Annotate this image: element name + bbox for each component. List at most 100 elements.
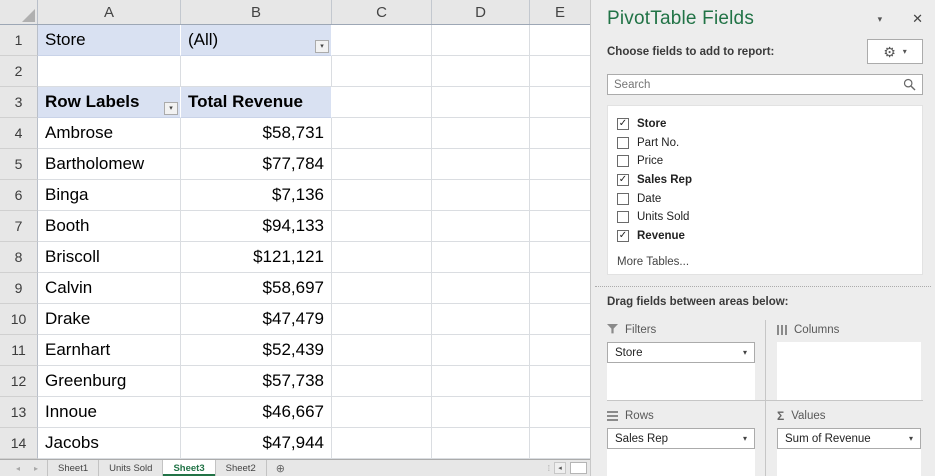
sheet-tab-sheet2[interactable]: Sheet2 [216,460,267,476]
values-drop-area[interactable]: Sum of Revenue▾ [777,428,921,476]
cell-c8[interactable] [332,242,432,273]
columns-drop-area[interactable] [777,342,921,400]
unchecked-checkbox-icon[interactable] [617,137,629,149]
row-number-10[interactable]: 10 [0,304,38,335]
cell-e6[interactable] [530,180,590,211]
column-header-a[interactable]: A [38,0,181,24]
checked-checkbox-icon[interactable]: ✓ [617,174,629,186]
cell-c6[interactable] [332,180,432,211]
row-number-4[interactable]: 4 [0,118,38,149]
unchecked-checkbox-icon[interactable] [617,193,629,205]
cell-c12[interactable] [332,366,432,397]
cell-d11[interactable] [432,335,530,366]
checked-checkbox-icon[interactable]: ✓ [617,230,629,242]
cell-b2[interactable] [181,56,332,87]
unchecked-checkbox-icon[interactable] [617,211,629,223]
select-all-corner[interactable] [0,0,38,24]
rows-drop-area[interactable]: Sales Rep▾ [607,428,755,476]
row-number-8[interactable]: 8 [0,242,38,273]
cell-c3[interactable] [332,87,432,118]
cell-d12[interactable] [432,366,530,397]
tab-nav-left-icon[interactable]: ◂ [16,464,20,473]
row-number-7[interactable]: 7 [0,211,38,242]
cell-b8[interactable]: $121,121 [181,242,332,273]
tab-nav-right-icon[interactable]: ▸ [34,464,38,473]
cell-b3[interactable]: Total Revenue [181,87,332,118]
cell-b14[interactable]: $47,944 [181,428,332,459]
cell-b9[interactable]: $58,697 [181,273,332,304]
cell-c7[interactable] [332,211,432,242]
cell-a6[interactable]: Binga [38,180,181,211]
cell-e11[interactable] [530,335,590,366]
cell-a3[interactable]: Row Labels▾ [38,87,181,118]
row-labels-filter-dropdown[interactable]: ▾ [164,102,178,115]
unchecked-checkbox-icon[interactable] [617,155,629,167]
field-item-units-sold[interactable]: Units Sold [617,208,914,227]
cell-e2[interactable] [530,56,590,87]
field-item-store[interactable]: ✓Store [617,115,914,134]
scrollbar-gripper-icon[interactable]: ⁞ [548,464,550,473]
column-header-e[interactable]: E [530,0,590,24]
cell-a7[interactable]: Booth [38,211,181,242]
cell-a2[interactable] [38,56,181,87]
cell-a10[interactable]: Drake [38,304,181,335]
cell-e13[interactable] [530,397,590,428]
cell-d8[interactable] [432,242,530,273]
tools-gear-button[interactable]: ⚙ ▾ [867,39,923,64]
pill-store[interactable]: Store▾ [607,342,755,363]
cell-c14[interactable] [332,428,432,459]
scroll-left-button[interactable]: ◂ [554,462,566,474]
field-item-date[interactable]: Date [617,189,914,208]
cell-e12[interactable] [530,366,590,397]
cell-c11[interactable] [332,335,432,366]
cell-c13[interactable] [332,397,432,428]
scrollbar-thumb[interactable] [570,462,587,474]
cell-b5[interactable]: $77,784 [181,149,332,180]
cell-b1[interactable]: (All)▾ [181,25,332,56]
pill-dropdown-icon[interactable]: ▾ [743,434,747,443]
pill-sales-rep[interactable]: Sales Rep▾ [607,428,755,449]
pill-sum-of-revenue[interactable]: Sum of Revenue▾ [777,428,921,449]
pane-options-dropdown-icon[interactable]: ▾ [878,14,883,25]
row-number-12[interactable]: 12 [0,366,38,397]
cell-c9[interactable] [332,273,432,304]
cell-e10[interactable] [530,304,590,335]
cell-c4[interactable] [332,118,432,149]
cell-a9[interactable]: Calvin [38,273,181,304]
row-number-5[interactable]: 5 [0,149,38,180]
cell-b7[interactable]: $94,133 [181,211,332,242]
cell-e4[interactable] [530,118,590,149]
cell-b10[interactable]: $47,479 [181,304,332,335]
new-sheet-button[interactable]: ⊕ [267,460,294,476]
cell-a5[interactable]: Bartholomew [38,149,181,180]
cell-d7[interactable] [432,211,530,242]
cell-d2[interactable] [432,56,530,87]
cell-d6[interactable] [432,180,530,211]
field-item-price[interactable]: Price [617,152,914,171]
sheet-tab-units-sold[interactable]: Units Sold [99,460,163,476]
cell-d9[interactable] [432,273,530,304]
cell-e8[interactable] [530,242,590,273]
checked-checkbox-icon[interactable]: ✓ [617,118,629,130]
cell-e9[interactable] [530,273,590,304]
cell-b13[interactable]: $46,667 [181,397,332,428]
cell-b6[interactable]: $7,136 [181,180,332,211]
row-number-1[interactable]: 1 [0,25,38,56]
field-item-sales-rep[interactable]: ✓Sales Rep [617,171,914,190]
column-header-d[interactable]: D [432,0,530,24]
cell-b12[interactable]: $57,738 [181,366,332,397]
row-number-2[interactable]: 2 [0,56,38,87]
row-number-11[interactable]: 11 [0,335,38,366]
cell-e7[interactable] [530,211,590,242]
field-item-part-no-[interactable]: Part No. [617,134,914,153]
cell-c5[interactable] [332,149,432,180]
search-icon[interactable] [903,78,916,91]
cell-e5[interactable] [530,149,590,180]
cell-d4[interactable] [432,118,530,149]
pill-dropdown-icon[interactable]: ▾ [909,434,913,443]
cell-a12[interactable]: Greenburg [38,366,181,397]
field-search-input[interactable] [614,79,903,91]
pane-close-icon[interactable]: ✕ [912,11,923,27]
column-header-c[interactable]: C [332,0,432,24]
cell-c1[interactable] [332,25,432,56]
